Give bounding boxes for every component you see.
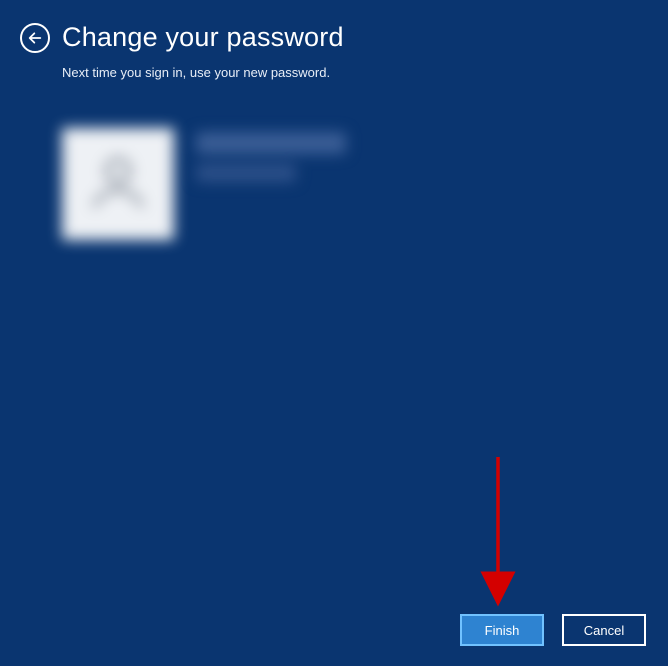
button-row: Finish Cancel — [460, 614, 646, 646]
account-type-blurred — [196, 164, 296, 182]
cancel-button[interactable]: Cancel — [562, 614, 646, 646]
account-summary — [62, 128, 668, 240]
account-text-blurred — [196, 132, 346, 182]
account-name-blurred — [196, 132, 346, 154]
annotation-arrow-icon — [478, 455, 518, 610]
finish-button[interactable]: Finish — [460, 614, 544, 646]
page-header: Change your password — [0, 0, 668, 59]
page-subtitle: Next time you sign in, use your new pass… — [62, 65, 668, 80]
arrow-left-icon — [27, 30, 43, 46]
page-title: Change your password — [62, 22, 344, 53]
avatar — [62, 128, 174, 240]
back-button[interactable] — [20, 23, 50, 53]
user-icon — [80, 144, 156, 225]
